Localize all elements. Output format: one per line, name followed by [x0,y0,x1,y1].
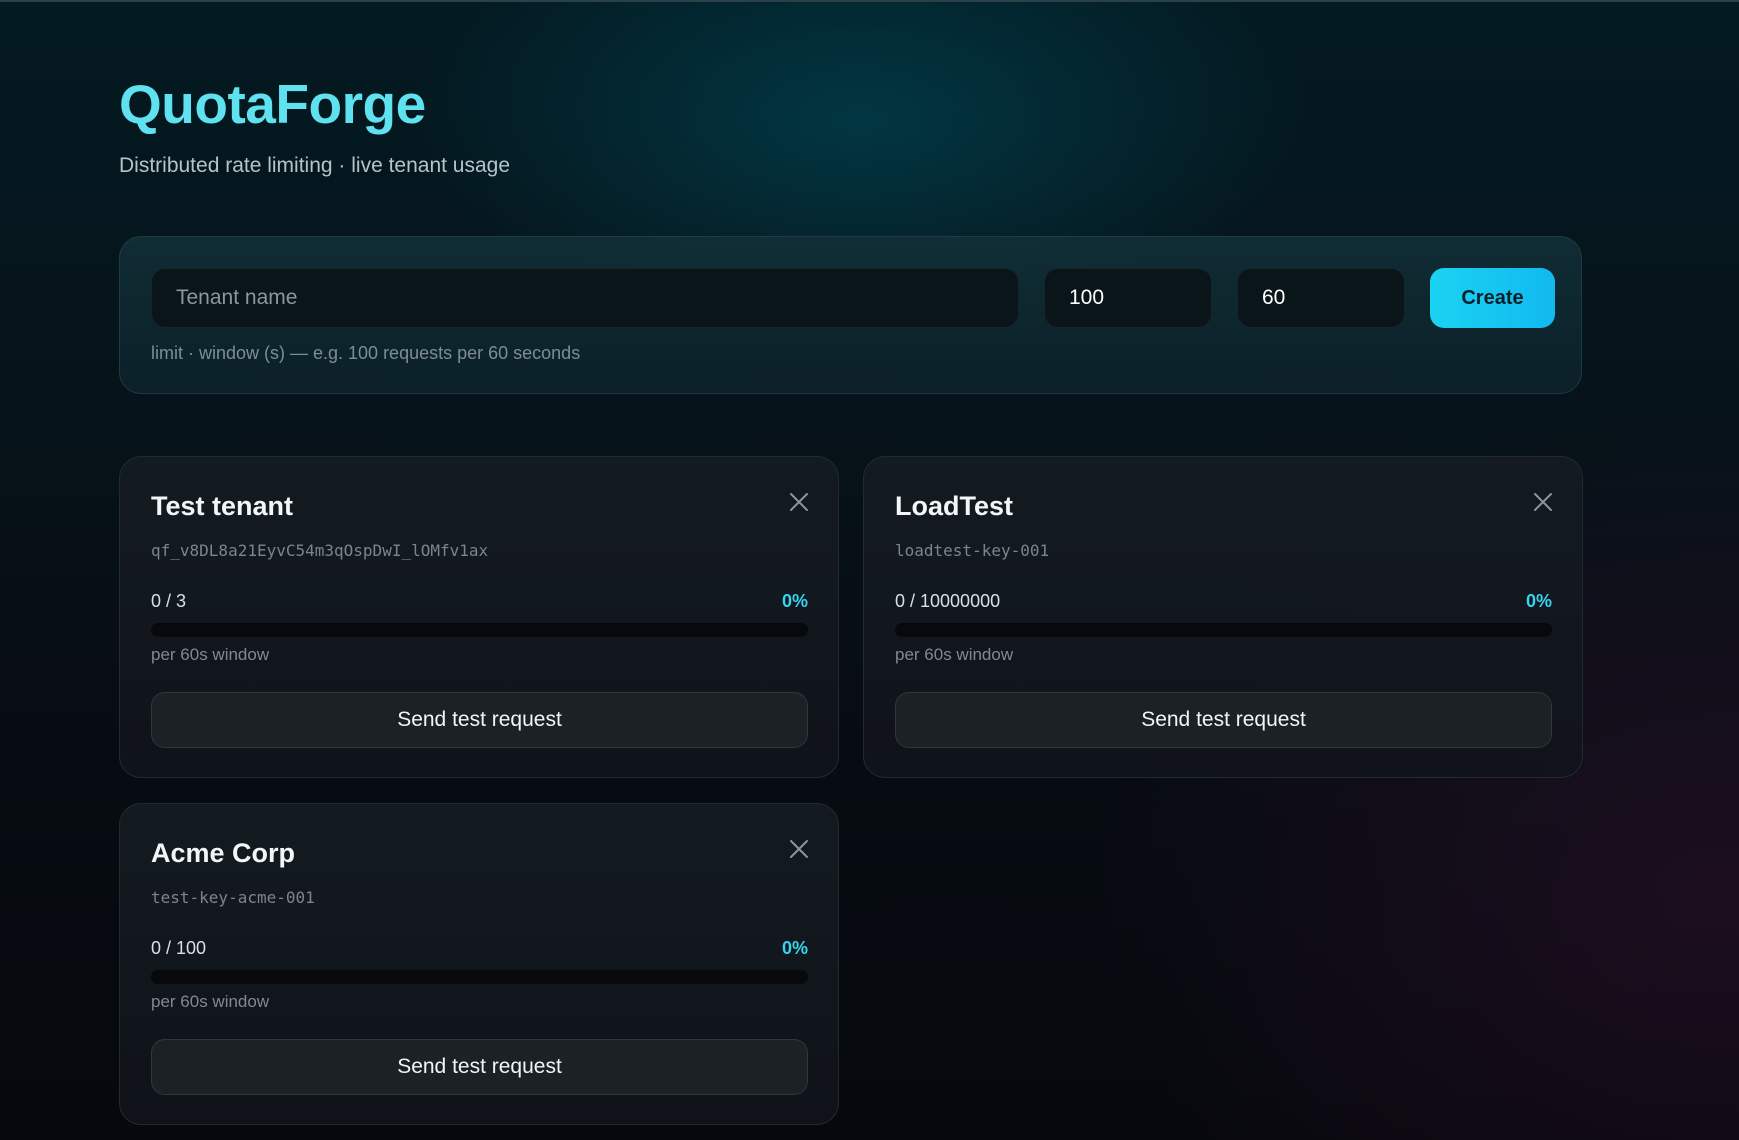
close-icon[interactable] [788,491,810,513]
create-tenant-row: Create [151,268,1555,328]
top-divider [0,0,1739,2]
create-tenant-panel: Create limit · window (s) — e.g. 100 req… [119,236,1582,394]
tenant-api-key: loadtest-key-001 [895,541,1050,560]
app-title: QuotaForge [119,73,426,135]
send-test-request-button[interactable]: Send test request [151,1039,808,1095]
send-test-request-button[interactable]: Send test request [151,692,808,748]
tenant-usage: 0 / 10000000 [895,591,1001,611]
page-header: QuotaForge Distributed rate limiting · l… [119,72,510,178]
tenant-usage: 0 / 3 [151,591,187,611]
create-button[interactable]: Create [1430,268,1555,328]
tenant-usage: 0 / 100 [151,938,207,958]
close-icon[interactable] [788,838,810,860]
tenant-api-key: test-key-acme-001 [151,888,315,907]
app-subtitle: Distributed rate limiting · live tenant … [119,154,511,177]
tenant-name: LoadTest [895,491,1014,521]
tenant-usage-percent: 0% [1525,591,1552,611]
tenant-name-input[interactable] [151,268,1019,328]
tenant-usage-percent: 0% [781,938,808,958]
tenant-window: per 60s window [151,645,270,664]
tenant-card-test-tenant: Test tenant qf_v8DL8a21EyvC54m3qOspDwI_l… [119,456,839,778]
limit-input[interactable] [1044,268,1212,328]
tenant-api-key: qf_v8DL8a21EyvC54m3qOspDwI_lOMfv1ax [151,541,489,560]
tenant-window: per 60s window [895,645,1014,664]
usage-progress-bar [151,970,808,984]
window-input[interactable] [1237,268,1405,328]
tenant-card-acme-corp: Acme Corp test-key-acme-001 0 / 100 0% p… [119,803,839,1125]
tenant-card-loadtest: LoadTest loadtest-key-001 0 / 10000000 0… [863,456,1583,778]
usage-progress-bar [151,623,808,637]
create-hint: limit · window (s) — e.g. 100 requests p… [151,343,581,363]
usage-progress-bar [895,623,1552,637]
tenant-window: per 60s window [151,992,270,1011]
tenant-usage-percent: 0% [781,591,808,611]
tenant-name: Acme Corp [151,838,296,868]
tenant-name: Test tenant [151,491,294,521]
close-icon[interactable] [1532,491,1554,513]
send-test-request-button[interactable]: Send test request [895,692,1552,748]
